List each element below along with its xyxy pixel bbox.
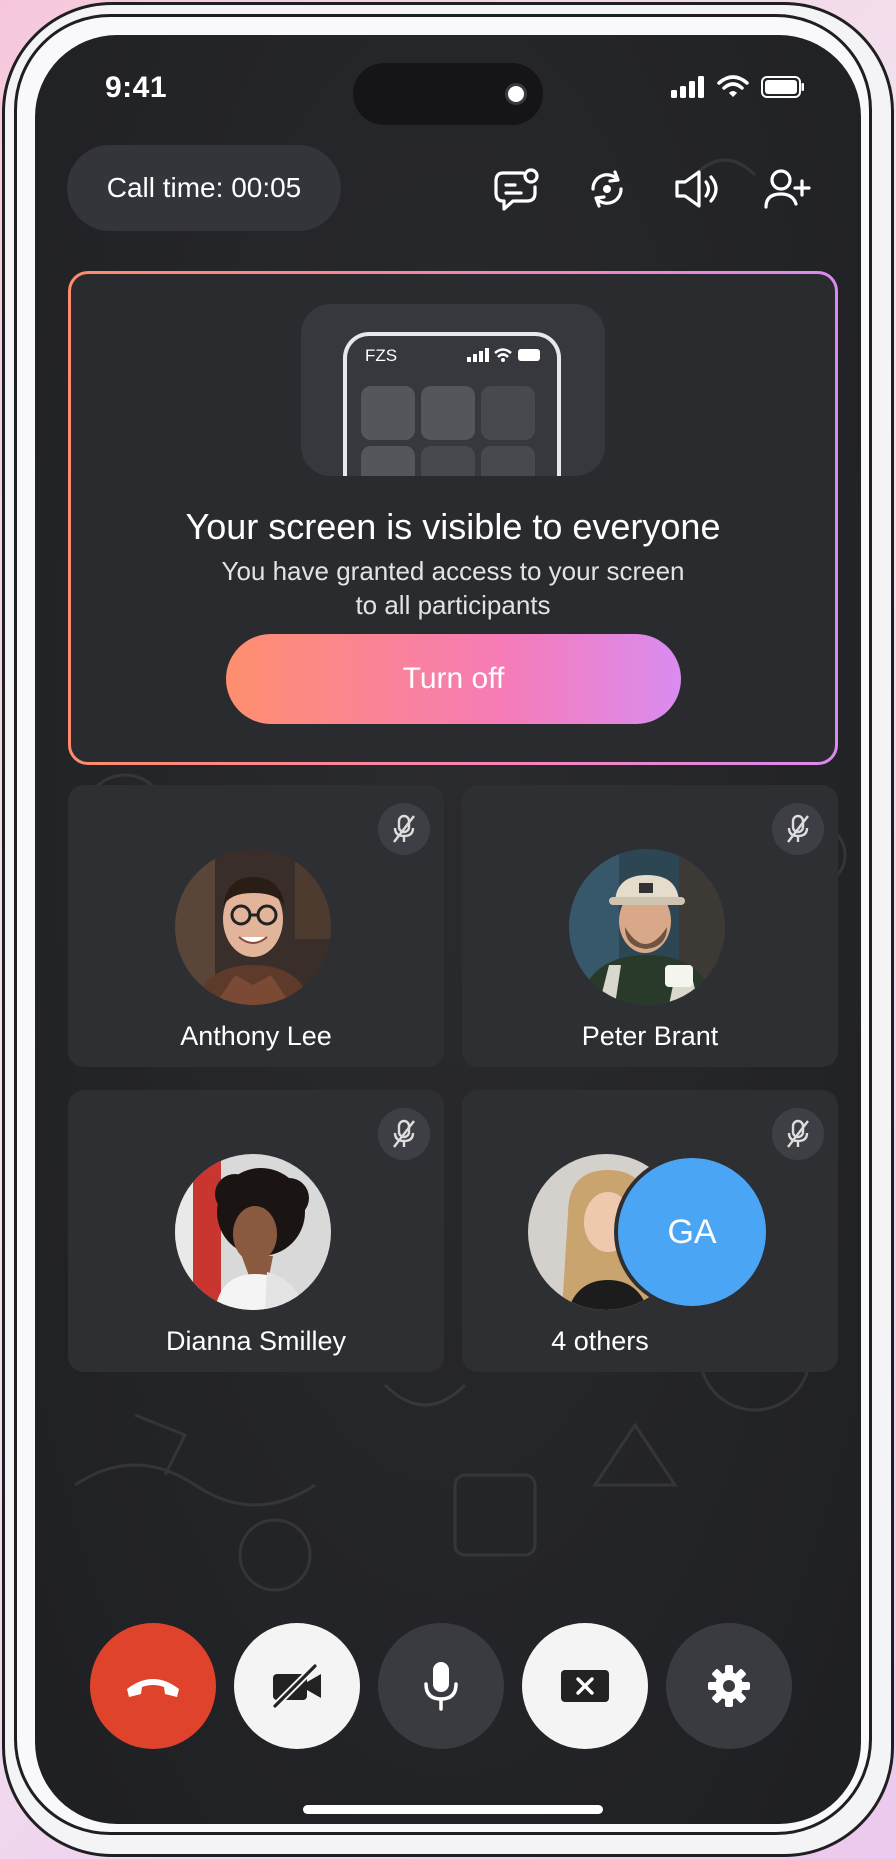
status-icons: [671, 75, 805, 99]
mic-off-icon: [787, 1119, 809, 1148]
preview-wifi-icon: [494, 348, 512, 362]
screen-share-card-body: FZS Your screen is visible to everyone Y…: [71, 274, 835, 762]
avatar: [569, 849, 725, 1005]
home-indicator[interactable]: [303, 1805, 603, 1814]
end-call-icon: [127, 1679, 179, 1697]
avatar: [175, 849, 331, 1005]
screen-share-card: FZS Your screen is visible to everyone Y…: [68, 271, 838, 765]
mute-indicator: [378, 803, 430, 855]
speaker-button[interactable]: [671, 163, 723, 215]
call-timer-text: Call time: 00:05: [106, 172, 302, 203]
top-actions: [491, 163, 813, 215]
share-card-title: Your screen is visible to everyone: [185, 506, 721, 547]
preview-app-grid: [361, 386, 535, 476]
chat-button[interactable]: [491, 163, 543, 215]
end-call-button[interactable]: [90, 1623, 216, 1749]
call-controls: [90, 1623, 792, 1749]
add-participant-button[interactable]: [761, 163, 813, 215]
mic-off-icon: [393, 814, 415, 843]
share-card-subtitle: You have granted access to your screen t…: [221, 556, 685, 620]
stop-screen-share-button[interactable]: [522, 1623, 648, 1749]
microphone-icon: [424, 1662, 458, 1711]
turn-off-button[interactable]: Turn off: [226, 634, 681, 724]
mute-indicator: [772, 803, 824, 855]
participant-name: Dianna Smilley: [165, 1326, 347, 1356]
add-user-icon: [764, 169, 811, 209]
status-bar: 9:41: [35, 35, 861, 145]
preview-label: FZS: [365, 346, 398, 365]
preview-signal-icon: [467, 348, 489, 362]
gear-icon: [708, 1665, 750, 1707]
initials-avatar: GA: [614, 1154, 770, 1310]
person-photo: [175, 1154, 331, 1310]
participant-tile[interactable]: Anthony Lee: [68, 785, 444, 1067]
camera-toggle-button[interactable]: [234, 1623, 360, 1749]
speaker-icon: [675, 170, 718, 208]
preview-status-icons: [467, 348, 543, 362]
microphone-button[interactable]: [378, 1623, 504, 1749]
camera-off-icon: [272, 1663, 321, 1709]
mute-indicator: [772, 1108, 824, 1160]
screen-preview: FZS: [301, 304, 605, 476]
initials-text: GA: [667, 1212, 717, 1251]
mic-off-icon: [393, 1119, 415, 1148]
rotate-camera-icon: [591, 170, 623, 208]
preview-battery-icon: [518, 349, 540, 361]
person-photo: [175, 849, 331, 1005]
participant-name: 4 others: [551, 1326, 649, 1356]
mute-indicator: [378, 1108, 430, 1160]
participant-tile[interactable]: Peter Brant: [462, 785, 838, 1067]
camera-dot: [505, 83, 527, 105]
person-photo: [569, 849, 725, 1005]
mic-off-icon: [787, 814, 809, 843]
avatar: [175, 1154, 331, 1310]
settings-button[interactable]: [666, 1623, 792, 1749]
wifi-icon: [717, 75, 749, 97]
chat-icon: [494, 168, 539, 211]
participant-group-tile[interactable]: GA 4 others: [462, 1090, 838, 1372]
participant-name: Anthony Lee: [180, 1021, 332, 1051]
stop-share-icon: [561, 1670, 609, 1702]
call-timer: Call time: 00:05: [67, 145, 341, 231]
cellular-signal-icon: [671, 76, 704, 98]
battery-icon: [761, 76, 804, 98]
switch-camera-button[interactable]: [581, 163, 633, 215]
participant-tile[interactable]: Dianna Smilley: [68, 1090, 444, 1372]
preview-phone: FZS: [343, 332, 561, 476]
participant-name: Peter Brant: [581, 1021, 719, 1051]
status-time: 9:41: [105, 71, 168, 104]
call-screen: 9:41 Call time: 00:05 FZS Your screen is…: [35, 35, 861, 1824]
